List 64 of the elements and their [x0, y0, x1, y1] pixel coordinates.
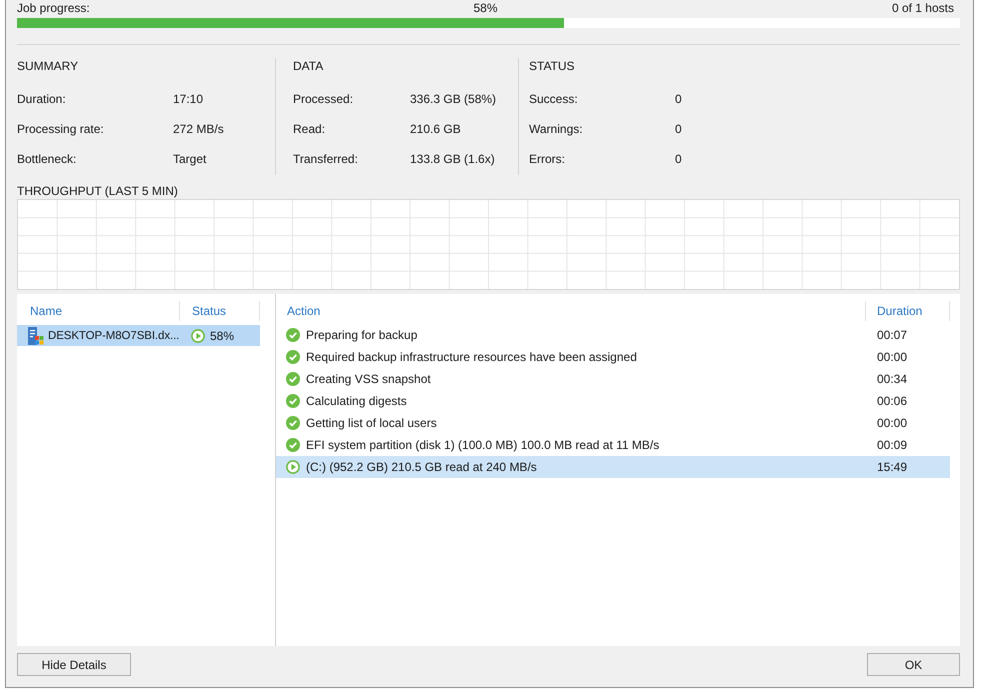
column-header[interactable]: Status [179, 301, 260, 321]
play-status-icon [286, 460, 300, 474]
hosts-count: 0 of 1 hosts [892, 0, 954, 16]
stat-label: Processed: [293, 91, 354, 107]
section-title: SUMMARY [17, 58, 80, 74]
stat-value: 0 [675, 121, 682, 137]
play-status-icon [191, 328, 205, 342]
check-status-icon [286, 438, 300, 452]
stat-value: 17:10 [173, 91, 204, 107]
stat-label: Warnings: [529, 121, 584, 137]
stat-label: Read: [293, 121, 326, 137]
action-duration: 00:00 [876, 349, 908, 365]
progress-label: Job progress: [17, 0, 90, 16]
stat-value: 336.3 GB (58%) [410, 91, 498, 107]
check-status-icon [286, 350, 300, 364]
stat-label: Transferred: [293, 151, 359, 167]
host-name: DESKTOP-M8O7SBI.dx... [48, 328, 180, 344]
action-text: Calculating digests [306, 393, 407, 409]
action-row[interactable]: Required backup infrastructure resources have been assigned 00:00 [276, 346, 950, 368]
column-header[interactable]: Name [17, 301, 179, 321]
column-header[interactable]: Duration [865, 301, 950, 321]
action-duration: 00:09 [876, 437, 908, 453]
dialog-button[interactable]: Hide Details [17, 653, 131, 676]
stat-label: Processing rate: [17, 121, 105, 137]
action-duration: 00:34 [876, 371, 908, 387]
action-text: Required backup infrastructure resources have been assigned [306, 349, 637, 365]
stat-label: Bottleneck: [17, 151, 78, 167]
action-duration: 00:06 [876, 393, 908, 409]
action-row[interactable]: Getting list of local users 00:00 [276, 412, 950, 434]
progress-percent: 58% [473, 0, 498, 16]
action-duration: 00:00 [876, 415, 908, 431]
action-text: Getting list of local users [306, 415, 437, 431]
action-row[interactable]: EFI system partition (disk 1) (100.0 MB) 100.0 MB read at 11 MB/s 00:09 [276, 434, 950, 456]
host-status: 58% [210, 328, 234, 344]
stat-value: 210.6 GB [410, 121, 462, 137]
check-status-icon [286, 394, 300, 408]
check-status-icon [286, 416, 300, 430]
action-text: (C:) (952.2 GB) 210.5 GB read at 240 MB/s [306, 459, 537, 475]
action-row[interactable]: Calculating digests 00:06 [276, 390, 950, 412]
check-status-icon [286, 372, 300, 386]
stat-value: 133.8 GB (1.6x) [410, 151, 496, 167]
action-row[interactable]: Creating VSS snapshot 00:34 [276, 368, 950, 390]
action-duration: 00:07 [876, 327, 908, 343]
dialog-button[interactable]: OK [867, 653, 960, 676]
action-text: EFI system partition (disk 1) (100.0 MB) 100.0 MB read at 11 MB/s [306, 437, 660, 453]
section-title: STATUS [529, 58, 576, 74]
stat-value: 0 [675, 151, 682, 167]
server-icon [27, 326, 44, 344]
action-duration: 15:49 [876, 459, 908, 475]
check-status-icon [286, 328, 300, 342]
stat-value: Target [173, 151, 208, 167]
stat-label: Success: [529, 91, 579, 107]
stat-value: 0 [675, 91, 682, 107]
action-text: Creating VSS snapshot [306, 371, 431, 387]
action-row[interactable]: (C:) (952.2 GB) 210.5 GB read at 240 MB/s 15:49 [276, 456, 950, 478]
host-row[interactable]: DESKTOP-M8O7SBI.dx... 58% [17, 325, 260, 346]
stat-value: 272 MB/s [173, 121, 225, 137]
chart-title: THROUGHPUT (LAST 5 MIN) [17, 183, 179, 199]
section-title: DATA [293, 58, 324, 74]
stat-label: Duration: [17, 91, 67, 107]
action-text: Preparing for backup [306, 327, 418, 343]
stat-label: Errors: [529, 151, 566, 167]
action-row[interactable]: Preparing for backup 00:07 [276, 324, 950, 346]
column-header[interactable]: Action [276, 301, 865, 321]
